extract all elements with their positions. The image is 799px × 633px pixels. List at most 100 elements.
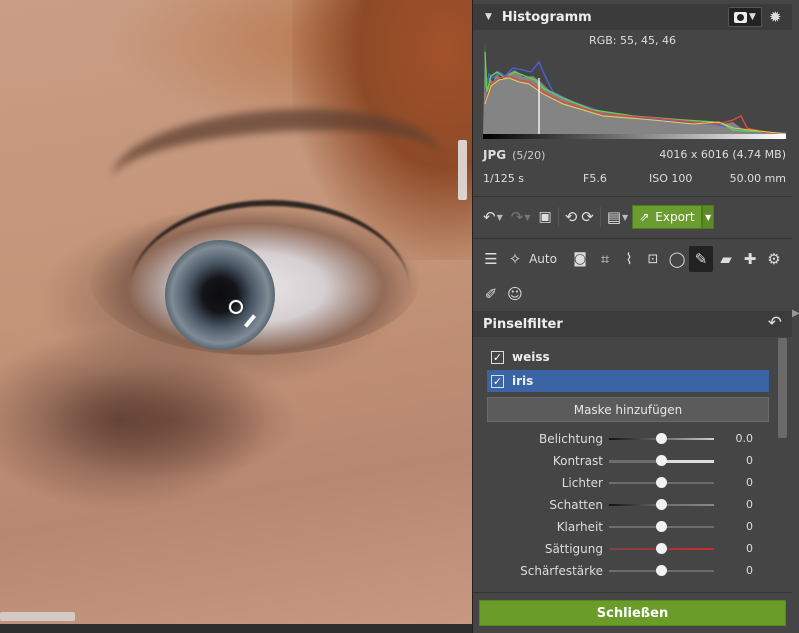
tools-row-2: ✐ ☺ bbox=[473, 281, 792, 307]
slider-knob[interactable] bbox=[656, 433, 667, 444]
slider-knob[interactable] bbox=[656, 499, 667, 510]
image-info-row2: 1/125 s F5.6 ISO 100 50.00 mm bbox=[483, 172, 786, 185]
undo-dropdown-icon[interactable]: ▼ bbox=[497, 213, 503, 222]
aperture: F5.6 bbox=[583, 172, 607, 185]
histogram-header[interactable]: ▼ Histogramm ▼ ✹ bbox=[473, 4, 792, 30]
slider-value[interactable]: 0 bbox=[723, 542, 753, 555]
mask-checkbox[interactable]: ✓ bbox=[491, 350, 504, 364]
edit-toolbar: ↶ ▼ ↷ ▼ ▣ ⟲ ⟳ ▤ ▼ ⇗ Export ▼ bbox=[473, 204, 792, 230]
heal-bandage-icon[interactable]: ✚ bbox=[739, 246, 761, 272]
divider bbox=[473, 196, 792, 197]
slider-value[interactable]: 0.0 bbox=[723, 432, 754, 445]
export-icon: ⇗ bbox=[639, 210, 650, 224]
slider-label: Lichter bbox=[561, 476, 603, 490]
slider-schaerfestaerke[interactable]: Schärfestärke 0 bbox=[473, 560, 773, 582]
crop-icon[interactable]: ⌗ bbox=[595, 246, 615, 272]
iso-value: ISO 100 bbox=[649, 172, 693, 185]
slider-klarheit[interactable]: Klarheit 0 bbox=[473, 516, 773, 538]
rotate-left-icon[interactable]: ⟲ bbox=[565, 208, 578, 226]
close-button[interactable]: Schließen bbox=[479, 600, 786, 626]
export-button[interactable]: ⇗ Export bbox=[632, 205, 703, 229]
face-icon[interactable]: ☺ bbox=[505, 281, 525, 307]
save-dropdown-icon[interactable]: ▼ bbox=[622, 213, 628, 222]
divider bbox=[473, 238, 792, 239]
auto-button[interactable]: Auto bbox=[527, 246, 559, 272]
radial-filter-icon[interactable]: ◯ bbox=[667, 246, 687, 272]
slider-knob[interactable] bbox=[656, 521, 667, 532]
panel-collapse-arrow-icon[interactable]: ▶ bbox=[792, 308, 799, 319]
auto-wand-icon[interactable]: ✧ bbox=[505, 246, 525, 272]
export-label: Export bbox=[655, 210, 695, 224]
export-dropdown-button[interactable]: ▼ bbox=[702, 205, 715, 229]
toolbar-separator bbox=[557, 207, 559, 227]
slider-label: Kontrast bbox=[552, 454, 603, 468]
image-dimensions: 4016 x 6016 (4.74 MB) bbox=[659, 148, 786, 161]
adjustments-icon[interactable]: ☰ bbox=[481, 246, 501, 272]
slider-label: Klarheit bbox=[556, 520, 603, 534]
focal-length: 50.00 mm bbox=[729, 172, 786, 185]
toolbar-separator bbox=[599, 207, 601, 227]
camera-icon[interactable]: ◙ bbox=[569, 246, 591, 272]
brush-filter-title: Pinselfilter bbox=[483, 316, 563, 332]
collapse-triangle-icon[interactable]: ▼ bbox=[485, 12, 492, 22]
mask-item-iris[interactable]: ✓ iris bbox=[487, 370, 769, 392]
panel-scrollbar[interactable] bbox=[778, 338, 787, 438]
slider-schatten[interactable]: Schatten 0 bbox=[473, 494, 773, 516]
divider bbox=[473, 592, 792, 593]
brush-filter-header: Pinselfilter ↶ bbox=[473, 311, 792, 337]
perspective-icon[interactable]: ⌇ bbox=[619, 246, 639, 272]
rotate-right-icon[interactable]: ⟳ bbox=[581, 208, 594, 226]
gear-icon[interactable]: ⚙ bbox=[763, 246, 785, 272]
redo-icon[interactable]: ↷ bbox=[511, 208, 524, 226]
undo-icon[interactable]: ↶ bbox=[483, 208, 496, 226]
slider-knob[interactable] bbox=[656, 543, 667, 554]
right-panel: ▼ Histogramm ▼ ✹ RGB: 55, 45, 46 JPG (5/2… bbox=[472, 0, 799, 633]
tools-row: ☰ ✧ Auto ◙ ⌗ ⌇ ⊡ ◯ ✎ ▰ ✚ ⚙ bbox=[473, 246, 792, 272]
brush-filter-icon[interactable]: ✎ bbox=[689, 246, 713, 272]
histogram-settings-icon[interactable]: ✹ bbox=[769, 8, 782, 26]
chevron-down-icon: ▼ bbox=[749, 12, 756, 22]
mask-label: weiss bbox=[512, 350, 550, 364]
redo-dropdown-icon[interactable]: ▼ bbox=[524, 213, 530, 222]
add-mask-button[interactable]: Maske hinzufügen bbox=[487, 397, 769, 422]
mask-item-weiss[interactable]: ✓ weiss bbox=[487, 346, 769, 368]
slider-label: Sättigung bbox=[544, 542, 603, 556]
histogram-graph bbox=[483, 42, 786, 136]
save-icon[interactable]: ▤ bbox=[607, 208, 621, 226]
slider-label: Belichtung bbox=[538, 432, 603, 446]
slider-value[interactable]: 0 bbox=[723, 520, 753, 533]
histogram-title: Histogramm bbox=[501, 9, 592, 25]
slider-belichtung[interactable]: Belichtung 0.0 bbox=[473, 428, 773, 450]
photo-canvas[interactable] bbox=[0, 0, 472, 633]
mask-label: iris bbox=[512, 374, 534, 388]
histogram-mode-button[interactable]: ▼ bbox=[728, 7, 762, 27]
image-compare-icon[interactable]: ▣ bbox=[538, 209, 551, 225]
slider-value[interactable]: 0 bbox=[723, 498, 753, 511]
slider-kontrast[interactable]: Kontrast 0 bbox=[473, 450, 773, 472]
rgb-readout: RGB: 55, 45, 46 bbox=[589, 34, 676, 47]
slider-value[interactable]: 0 bbox=[723, 454, 753, 467]
photo-horizontal-scrollbar[interactable] bbox=[0, 612, 75, 621]
slider-value[interactable]: 0 bbox=[723, 476, 753, 489]
slider-knob[interactable] bbox=[656, 565, 667, 576]
histogram-gradient-bar bbox=[483, 134, 786, 139]
photo-vertical-scrollbar[interactable] bbox=[458, 140, 467, 200]
retouch-brush-icon[interactable]: ✐ bbox=[481, 281, 501, 307]
image-index: (5/20) bbox=[512, 149, 546, 162]
mask-checkbox[interactable]: ✓ bbox=[491, 374, 504, 388]
brush-cursor-icon bbox=[229, 300, 243, 314]
frame-icon[interactable]: ⊡ bbox=[643, 246, 663, 272]
gradient-filter-icon[interactable]: ▰ bbox=[715, 246, 737, 272]
shutter-speed: 1/125 s bbox=[483, 172, 524, 185]
slider-knob[interactable] bbox=[656, 477, 667, 488]
slider-value[interactable]: 0 bbox=[723, 564, 753, 577]
image-info-row1: JPG (5/20) 4016 x 6016 (4.74 MB) bbox=[483, 148, 786, 162]
reset-arrow-icon[interactable]: ↶ bbox=[768, 313, 782, 333]
camera-mode-icon bbox=[734, 11, 748, 23]
slider-knob[interactable] bbox=[656, 455, 667, 466]
format-label: JPG bbox=[483, 148, 507, 162]
slider-lichter[interactable]: Lichter 0 bbox=[473, 472, 773, 494]
slider-saettigung[interactable]: Sättigung 0 bbox=[473, 538, 773, 560]
slider-label: Schärfestärke bbox=[520, 564, 603, 578]
photo-bottom-border bbox=[0, 624, 472, 633]
